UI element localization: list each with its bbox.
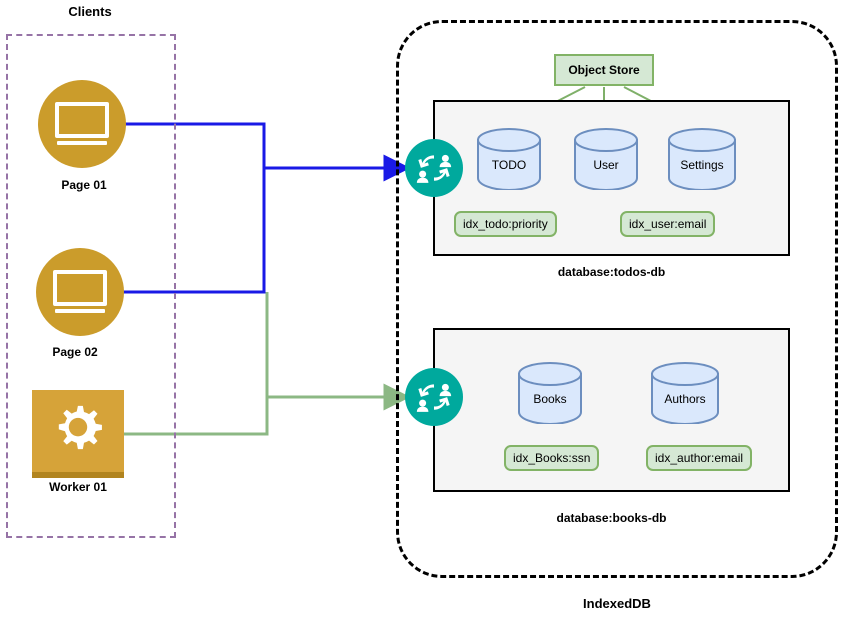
client-node-page-01[interactable]: [38, 80, 126, 168]
worker-01-label: Worker 01: [49, 480, 107, 494]
object-store-books-label: Books: [533, 392, 567, 406]
page-01-label: Page 01: [61, 178, 107, 192]
clients-group-label: Clients: [68, 4, 112, 19]
index-pill-idx-user-email[interactable]: idx_user:email: [620, 211, 716, 237]
object-store-settings[interactable]: Settings: [667, 128, 737, 190]
object-store-todo[interactable]: TODO: [476, 128, 542, 190]
gear-icon: [58, 405, 102, 450]
object-store-box[interactable]: Object Store: [554, 54, 654, 86]
page-01-avatar: [38, 80, 126, 168]
index-pill-idx-author-email[interactable]: idx_author:email: [646, 445, 753, 471]
page-02-avatar: [36, 248, 124, 336]
object-store-authors[interactable]: Authors: [650, 362, 720, 424]
sync-icon-books-db[interactable]: [405, 368, 463, 426]
client-node-worker-01[interactable]: [32, 390, 124, 478]
object-store-settings-label: Settings: [680, 158, 724, 172]
object-store-books[interactable]: Books: [517, 362, 583, 424]
object-store-user[interactable]: User: [573, 128, 639, 190]
sync-users-icon: [416, 154, 452, 183]
monitor-icon: [55, 102, 109, 146]
object-store-authors-label: Authors: [664, 392, 706, 406]
worker-01-avatar: [32, 390, 124, 478]
diagram-canvas: Clients Page 01 Page 02 Worker 01 Indexe…: [0, 0, 848, 623]
indexeddb-label: IndexedDB: [583, 596, 651, 611]
database-caption-todos-db: database:todos-db: [557, 265, 666, 279]
database-panel-todos-db: TODO User Settings idx_todo:priority idx…: [433, 100, 790, 256]
object-store-todo-label: TODO: [491, 158, 527, 172]
client-node-page-02[interactable]: [36, 248, 124, 336]
sync-icon-todos-db[interactable]: [405, 139, 463, 197]
index-pill-idx-todo-priority[interactable]: idx_todo:priority: [454, 211, 557, 237]
monitor-icon: [53, 270, 107, 314]
database-caption-books-db: database:books-db: [556, 511, 667, 525]
page-02-label: Page 02: [52, 345, 98, 359]
sync-users-icon: [416, 383, 452, 412]
database-panel-books-db: Books Authors idx_Books:ssn idx_author:e…: [433, 328, 790, 492]
index-pill-idx-books-ssn[interactable]: idx_Books:ssn: [504, 445, 600, 471]
object-store-user-label: User: [593, 158, 619, 172]
